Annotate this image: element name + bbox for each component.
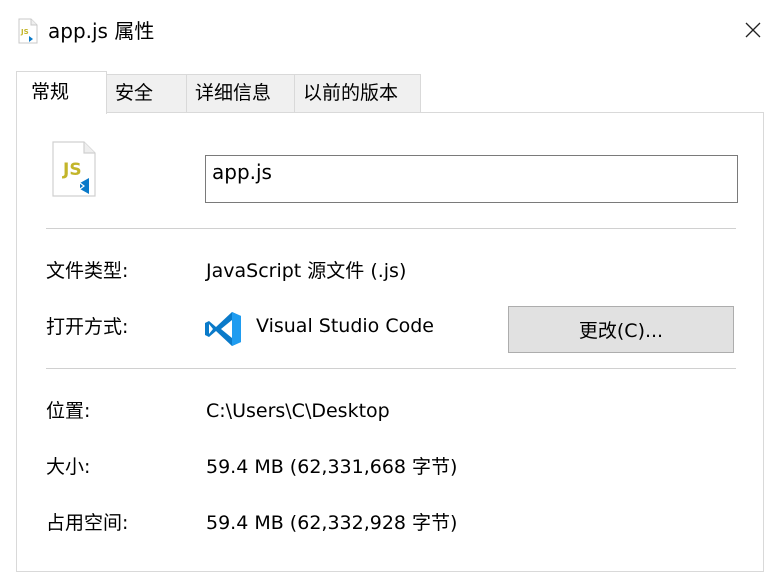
size-on-disk-value: 59.4 MB (62,332,928 字节) [206, 512, 458, 534]
file-type-value: JavaScript 源文件 (.js) [206, 260, 407, 282]
title-bar: JS app.js 属性 [0, 0, 780, 60]
size-value: 59.4 MB (62,331,668 字节) [206, 456, 458, 478]
open-with-label: 打开方式: [46, 316, 129, 338]
change-button[interactable]: 更改(C)... [508, 306, 734, 353]
tab-general[interactable]: 常规 [16, 71, 107, 114]
separator [46, 368, 736, 369]
tab-security[interactable]: 安全 [106, 74, 187, 112]
close-button[interactable] [730, 12, 776, 52]
svg-text:JS: JS [62, 160, 82, 180]
location-value: C:\Users\C\Desktop [206, 400, 390, 422]
tab-previous-versions[interactable]: 以前的版本 [294, 74, 421, 112]
vscode-icon [204, 311, 242, 347]
svg-text:JS: JS [20, 28, 29, 36]
js-file-icon: JS [50, 140, 98, 198]
open-with-app-name: Visual Studio Code [256, 315, 434, 337]
size-label: 大小: [46, 456, 91, 478]
file-name-field[interactable] [205, 155, 738, 203]
location-label: 位置: [46, 400, 91, 422]
tab-details[interactable]: 详细信息 [186, 74, 295, 112]
separator [46, 228, 736, 229]
file-type-label: 文件类型: [46, 260, 129, 282]
size-on-disk-label: 占用空间: [46, 512, 129, 534]
close-icon [745, 22, 761, 42]
window-title: app.js 属性 [48, 19, 155, 43]
js-file-icon: JS [18, 18, 38, 44]
